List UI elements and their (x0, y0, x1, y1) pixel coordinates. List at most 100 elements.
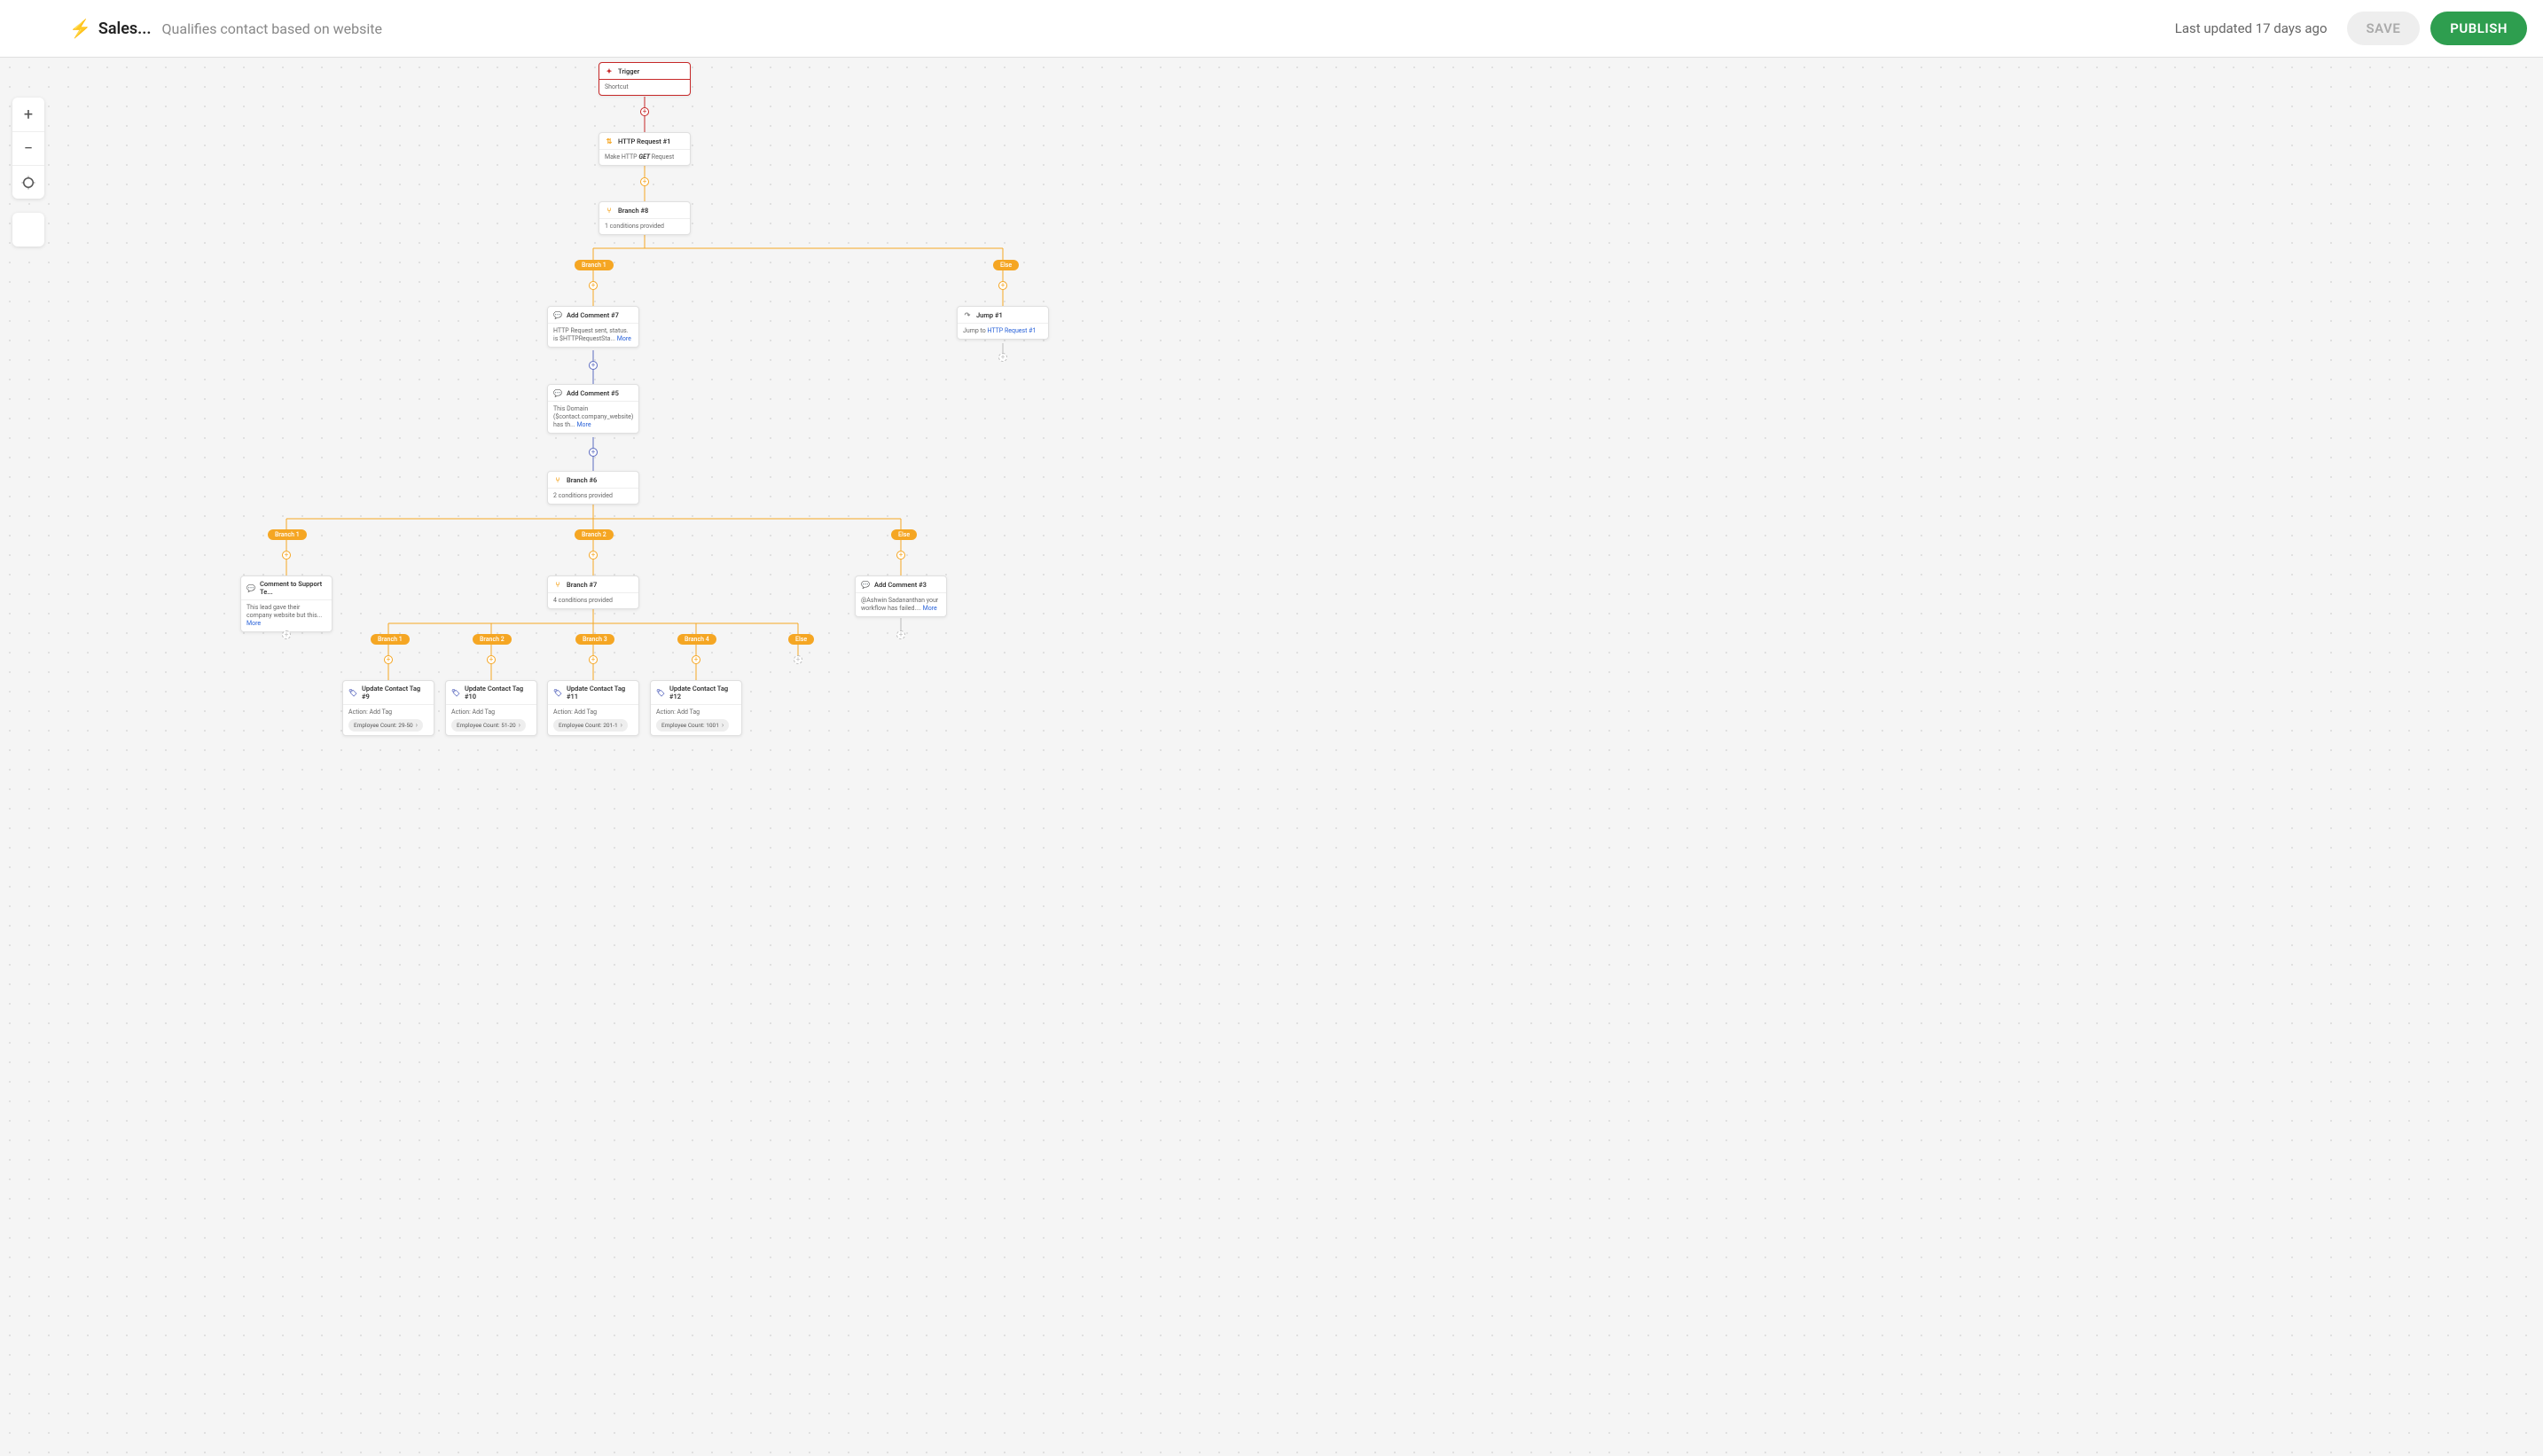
comment-icon: 💬 (553, 310, 562, 319)
node-branch-8[interactable]: ⑂Branch #8 1 conditions provided (599, 201, 691, 235)
branch-icon: ⑂ (553, 580, 562, 589)
chevron-right-icon: › (519, 721, 520, 730)
node-branch-7[interactable]: ⑂ Branch #7 4 conditions provided (547, 575, 639, 609)
add-step-button[interactable]: + (896, 630, 905, 639)
branch-pill[interactable]: Branch 3 (575, 634, 614, 645)
plus-icon: + (24, 106, 33, 124)
branch-icon: ⑂ (605, 206, 614, 215)
workflow-subtitle: Qualifies contact based on website (162, 20, 382, 37)
branch-pill[interactable]: Branch 4 (677, 634, 716, 645)
node-add-comment-3[interactable]: 💬 Add Comment #3 @Ashwin Sadananthan your… (855, 575, 947, 617)
more-link[interactable]: More (246, 620, 261, 627)
tag-chip: Employee Count: 29-50› (348, 719, 423, 732)
last-updated-text: Last updated 17 days ago (2175, 20, 2328, 36)
node-title: Add Comment #3 (874, 581, 927, 589)
add-step-button[interactable]: + (794, 655, 802, 664)
add-step-button[interactable]: + (998, 281, 1007, 290)
crosshair-icon (20, 175, 36, 191)
add-step-button[interactable]: + (589, 655, 598, 664)
workflow-canvas[interactable] (0, 58, 2543, 1456)
node-body: 1 conditions provided (599, 219, 690, 234)
minus-icon: − (24, 139, 33, 158)
center-button[interactable] (12, 165, 44, 199)
add-step-button[interactable]: + (589, 361, 598, 370)
add-step-button[interactable]: + (589, 281, 598, 290)
branch-pill[interactable]: Branch 1 (371, 634, 410, 645)
node-title: Branch #6 (567, 476, 597, 484)
node-body: Action: Add Tag Employee Count: 51-20› (446, 705, 536, 735)
trigger-icon: ✦ (605, 67, 614, 75)
add-step-button[interactable]: + (640, 177, 649, 186)
node-add-comment-5[interactable]: 💬Add Comment #5 This Domain ($contact.co… (547, 384, 639, 434)
arrow-left-icon (21, 20, 39, 37)
node-comment-support[interactable]: 💬Comment to Support Te... This lead gave… (240, 575, 333, 632)
node-add-comment-7[interactable]: 💬Add Comment #7 HTTP Request sent, statu… (547, 306, 639, 348)
node-body: Action: Add Tag Employee Count: 29-50› (343, 705, 434, 735)
add-step-button[interactable]: + (487, 655, 496, 664)
more-link[interactable]: More (617, 335, 631, 342)
node-title: Branch #7 (567, 581, 597, 589)
comment-icon: 💬 (553, 388, 562, 397)
chevron-right-icon: › (621, 721, 622, 730)
http-icon: ⇅ (605, 137, 614, 145)
tag-chip: Employee Count: 201-1› (553, 719, 628, 732)
add-step-button[interactable]: + (282, 551, 291, 560)
node-body: @Ashwin Sadananthan your workflow has fa… (856, 593, 946, 616)
zoom-group: + − (12, 98, 44, 199)
branch-pill[interactable]: Branch 2 (575, 529, 614, 540)
tag-icon: 🏷 (553, 688, 562, 697)
hand-icon (20, 222, 36, 238)
back-button[interactable] (16, 14, 44, 43)
jump-target-link[interactable]: HTTP Request #1 (987, 327, 1036, 334)
branch-pill[interactable]: Branch 1 (268, 529, 307, 540)
node-body: Action: Add Tag Employee Count: 1001› (651, 705, 741, 735)
node-update-tag-11[interactable]: 🏷Update Contact Tag #11 Action: Add Tag … (547, 680, 639, 736)
branch-pill[interactable]: Else (788, 634, 814, 645)
node-title: Update Contact Tag #9 (362, 685, 428, 701)
save-button[interactable]: SAVE (2347, 12, 2421, 45)
node-trigger[interactable]: ✦Trigger Shortcut (599, 62, 691, 96)
node-title: Add Comment #5 (567, 389, 619, 397)
branch-pill[interactable]: Branch 2 (473, 634, 512, 645)
node-title: Update Contact Tag #10 (465, 685, 531, 701)
add-step-button[interactable]: + (640, 107, 649, 116)
node-title: Comment to Support Te... (260, 580, 326, 596)
add-step-button[interactable]: + (896, 551, 905, 560)
tag-icon: 🏷 (451, 688, 460, 697)
branch-pill[interactable]: Branch 1 (575, 260, 614, 270)
edit-title-button[interactable] (395, 20, 409, 37)
node-update-tag-10[interactable]: 🏷 Update Contact Tag #10 Action: Add Tag … (445, 680, 537, 736)
node-update-tag-9[interactable]: 🏷Update Contact Tag #9 Action: Add Tag E… (342, 680, 434, 736)
pencil-icon (395, 20, 409, 34)
comment-icon: 💬 (861, 580, 870, 589)
more-link[interactable]: More (576, 421, 591, 428)
node-jump-1[interactable]: ↷Jump #1 Jump to HTTP Request #1 (957, 306, 1049, 340)
tag-icon: 🏷 (656, 688, 665, 697)
branch-icon: ⑂ (553, 475, 562, 484)
branch-pill[interactable]: Else (993, 260, 1019, 270)
node-title: HTTP Request #1 (618, 137, 670, 145)
add-step-button[interactable]: + (589, 448, 598, 457)
add-step-button[interactable]: + (589, 551, 598, 560)
node-body: 4 conditions provided (548, 593, 638, 608)
add-step-button[interactable]: + (998, 353, 1007, 362)
more-link[interactable]: More (923, 605, 937, 612)
node-branch-6[interactable]: ⑂Branch #6 2 conditions provided (547, 471, 639, 505)
node-body: HTTP Request sent, status. is $HTTPReque… (548, 324, 638, 347)
zoom-in-button[interactable]: + (12, 98, 44, 131)
header-bar: ⚡ Sales... Qualifies contact based on we… (0, 0, 2543, 58)
tag-chip: Employee Count: 51-20› (451, 719, 526, 732)
jump-icon: ↷ (963, 310, 972, 319)
publish-button[interactable]: PUBLISH (2430, 12, 2527, 45)
add-step-button[interactable]: + (692, 655, 700, 664)
pan-button[interactable] (12, 213, 44, 247)
bolt-icon: ⚡ (69, 18, 91, 39)
add-step-button[interactable]: + (282, 630, 291, 639)
zoom-out-button[interactable]: − (12, 131, 44, 165)
comment-icon: 💬 (246, 583, 255, 592)
node-body: Shortcut (599, 80, 690, 95)
branch-pill[interactable]: Else (891, 529, 917, 540)
node-http-request-1[interactable]: ⇅HTTP Request #1 Make HTTP GET Request (599, 132, 691, 166)
add-step-button[interactable]: + (384, 655, 393, 664)
node-update-tag-12[interactable]: 🏷Update Contact Tag #12 Action: Add Tag … (650, 680, 742, 736)
